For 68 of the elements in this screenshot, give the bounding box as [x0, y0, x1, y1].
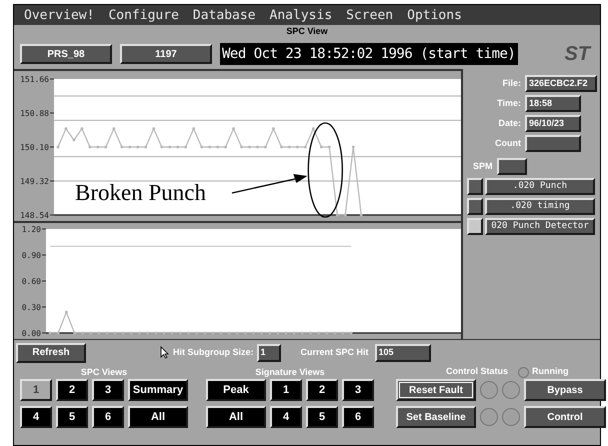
view-button[interactable]: 4: [20, 406, 52, 428]
group-title: Signature Views: [255, 366, 325, 379]
view-button[interactable]: 5: [306, 406, 338, 428]
info-label: Count: [495, 136, 521, 150]
view-button[interactable]: 2: [306, 379, 338, 401]
axis-tick-label: 150.88: [20, 109, 49, 118]
menu-item[interactable]: Screen: [346, 8, 394, 22]
info-field: 18:58: [525, 95, 581, 112]
channel-indicator[interactable]: [467, 218, 483, 235]
window-title: SPC View: [286, 25, 328, 38]
channel-indicator[interactable]: [467, 198, 483, 215]
view-button[interactable]: All: [206, 406, 266, 428]
info-label: Time:: [497, 96, 521, 110]
view-button[interactable]: 5: [56, 406, 88, 428]
view-button[interactable]: 3: [342, 379, 374, 401]
start-time-field: Wed Oct 23 18:52:02 1996 (start time): [220, 43, 518, 65]
refresh-button[interactable]: Refresh: [16, 342, 86, 362]
channel-label: .020 timing: [485, 198, 595, 215]
current-hit-label: Current SPC Hit: [300, 346, 369, 359]
spm-field: [496, 158, 527, 175]
subgroup-field[interactable]: 1: [256, 344, 280, 362]
subgroup-label: Hit Subgroup Size:: [173, 346, 254, 359]
view-button[interactable]: 3: [92, 379, 124, 401]
channel-indicator[interactable]: [467, 178, 483, 195]
axis-tick-label: 1.20: [22, 225, 41, 234]
group-title: Control Status: [446, 365, 508, 378]
view-button[interactable]: 4: [270, 406, 302, 428]
part-field: PRS_98: [20, 44, 112, 64]
axis-tick-label: 0.30: [22, 303, 41, 312]
info-label: Date:: [498, 116, 521, 130]
view-button[interactable]: 2: [56, 379, 88, 401]
axis-tick-label: 149.32: [20, 177, 49, 186]
menu-item[interactable]: Options: [407, 8, 462, 22]
channel-label: 020 Punch Detector: [485, 218, 595, 235]
logo: ST: [564, 44, 590, 64]
axis-tick-label: 0.60: [22, 277, 41, 286]
action-button[interactable]: Set Baseline: [396, 406, 476, 428]
view-button[interactable]: 6: [342, 406, 374, 428]
info-field: [525, 135, 581, 152]
cursor-icon: [160, 346, 169, 359]
menu-item[interactable]: Analysis: [270, 8, 332, 22]
info-field: 326ECBC2.F2: [525, 75, 597, 92]
current-hit-field[interactable]: 105: [374, 344, 431, 362]
channel-label: .020 Punch: [485, 178, 595, 195]
group-title: SPC Views: [80, 366, 128, 379]
view-button[interactable]: 1: [20, 379, 52, 401]
action-button[interactable]: Reset Fault: [396, 379, 476, 401]
menu-item[interactable]: Configure: [108, 8, 179, 22]
annotation-label: Broken Punch: [75, 181, 206, 204]
view-button[interactable]: Peak: [206, 379, 266, 401]
spm-label: SPM: [473, 160, 493, 173]
view-button[interactable]: 1: [270, 379, 302, 401]
count-field: 1197: [120, 44, 212, 64]
axis-tick-label: 150.10: [20, 143, 49, 152]
axis-tick-label: 148.54: [20, 211, 49, 220]
view-button[interactable]: All: [128, 406, 188, 428]
view-button[interactable]: Summary: [128, 379, 188, 401]
menu-item[interactable]: Overview!: [24, 8, 94, 22]
axis-tick-label: 0.00: [22, 329, 41, 338]
info-label: File:: [502, 76, 521, 90]
mode-button[interactable]: Bypass: [524, 379, 606, 401]
info-field: 96/10/23: [525, 115, 581, 132]
axis-tick-label: 151.66: [20, 75, 49, 84]
running-label: Running: [532, 365, 568, 378]
mode-button[interactable]: Control: [524, 406, 606, 428]
axis-tick-label: 0.90: [22, 251, 41, 260]
view-button[interactable]: 6: [92, 406, 124, 428]
menu-item[interactable]: Database: [192, 8, 256, 22]
